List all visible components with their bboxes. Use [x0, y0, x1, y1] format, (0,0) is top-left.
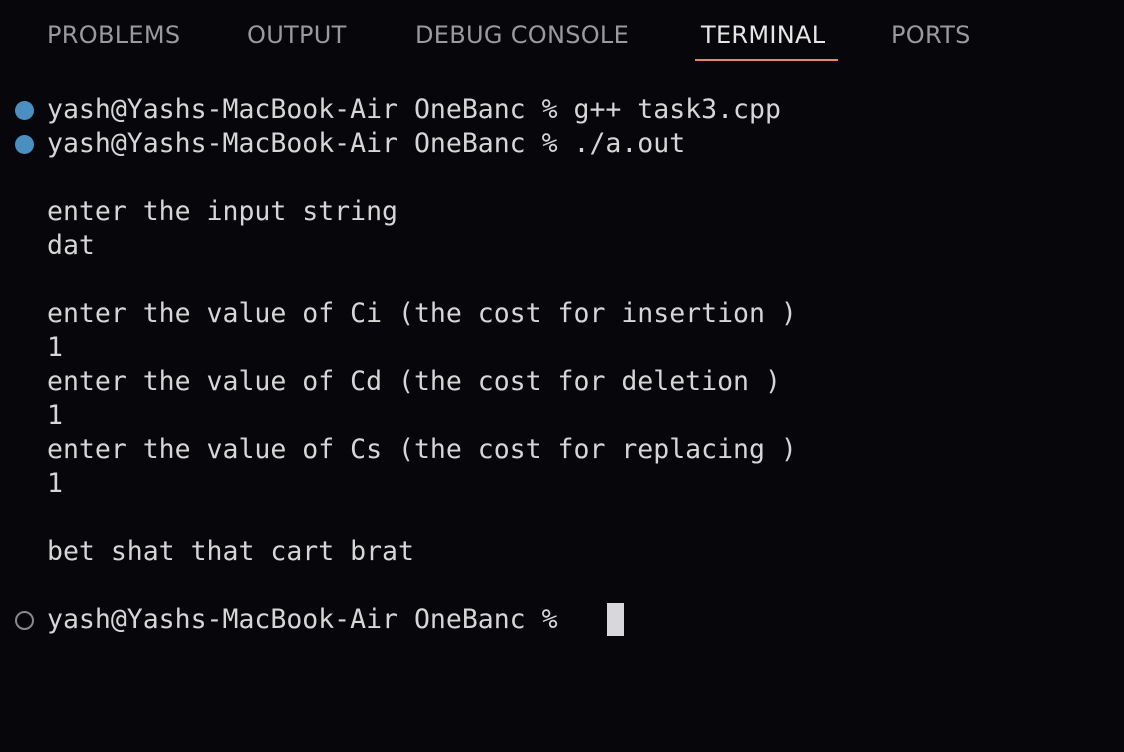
command-success-icon[interactable]	[15, 101, 34, 120]
output-line: enter the value of Cd (the cost for dele…	[47, 366, 781, 397]
tab-problems[interactable]: PROBLEMS	[47, 18, 180, 62]
command-line: yash@Yashs-MacBook-Air OneBanc % g++ tas…	[47, 94, 781, 125]
output-line: enter the input string	[47, 196, 398, 227]
command-line: yash@Yashs-MacBook-Air OneBanc % ./a.out	[47, 128, 686, 159]
output-line: enter the value of Cs (the cost for repl…	[47, 434, 797, 465]
command-pending-icon[interactable]	[15, 611, 34, 630]
terminal-output[interactable]: yash@Yashs-MacBook-Air OneBanc % g++ tas…	[0, 93, 1124, 713]
panel-tab-bar: PROBLEMS OUTPUT DEBUG CONSOLE TERMINAL P…	[0, 0, 1124, 64]
active-tab-indicator	[695, 59, 838, 61]
current-prompt: yash@Yashs-MacBook-Air OneBanc %	[47, 604, 558, 635]
tab-output[interactable]: OUTPUT	[247, 18, 347, 62]
output-line: bet shat that cart brat	[47, 536, 414, 567]
output-line: 1	[47, 468, 63, 499]
command-success-icon[interactable]	[15, 135, 34, 154]
tab-debug-console[interactable]: DEBUG CONSOLE	[415, 18, 629, 62]
output-line: dat	[47, 230, 95, 261]
output-line: 1	[47, 400, 63, 431]
tab-ports[interactable]: PORTS	[891, 18, 971, 62]
output-line: 1	[47, 332, 63, 363]
tab-terminal[interactable]: TERMINAL	[701, 18, 825, 62]
output-line: enter the value of Ci (the cost for inse…	[47, 298, 797, 329]
terminal-panel: PROBLEMS OUTPUT DEBUG CONSOLE TERMINAL P…	[0, 0, 1124, 752]
terminal-cursor[interactable]	[607, 603, 624, 636]
